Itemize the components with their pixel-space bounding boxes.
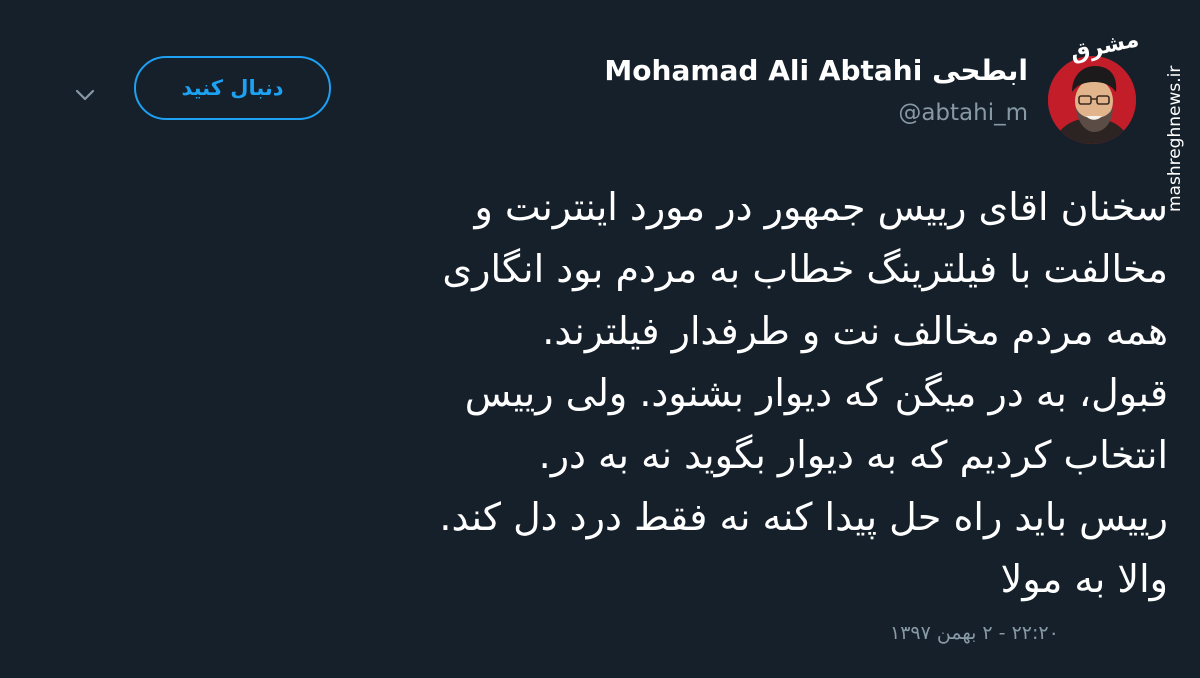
tweet-card: دنبال کنید Mohamad Ali Abtahi ابطحی @abt…	[0, 0, 1200, 678]
chevron-down-icon[interactable]	[70, 80, 100, 110]
user-handle[interactable]: @abtahi_m	[898, 100, 1028, 126]
follow-button[interactable]: دنبال کنید	[134, 56, 331, 120]
tweet-timestamp[interactable]: ۲۲:۲۰ - ۲ بهمن ۱۳۹۷	[890, 622, 1059, 644]
avatar[interactable]	[1048, 56, 1136, 144]
tweet-text-line: مخالفت با فیلترینگ خطاب به مردم بود انگا…	[442, 247, 1168, 291]
tweet-text-line: انتخاب کردیم که به دیوار بگوید نه به در.	[538, 433, 1168, 477]
tweet-text: سخنان اقای رییس جمهور در مورد اینترنت و …	[108, 176, 1168, 610]
watermark-site: mashreghnews.ir	[1165, 65, 1185, 212]
tweet-text-line: والا به مولا	[1000, 557, 1168, 601]
tweet-text-line: قبول، به در میگن که دیوار بشنود. ولی ریی…	[464, 371, 1168, 415]
tweet-text-line: همه مردم مخالف نت و طرفدار فیلترند.	[542, 309, 1168, 353]
tweet-text-line: رییس باید راه حل پیدا کنه نه فقط درد دل …	[439, 495, 1168, 539]
tweet-text-line: سخنان اقای رییس جمهور در مورد اینترنت و	[474, 185, 1168, 229]
display-name[interactable]: Mohamad Ali Abtahi ابطحی	[604, 54, 1028, 87]
